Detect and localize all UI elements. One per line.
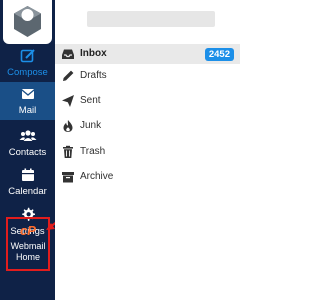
folder-inbox-label: Inbox bbox=[80, 48, 107, 59]
folder-junk-label: Junk bbox=[80, 120, 102, 131]
people-icon bbox=[0, 128, 55, 144]
trash-icon bbox=[61, 145, 75, 159]
folder-sent[interactable]: Sent bbox=[55, 91, 240, 111]
folder-list: Inbox 2452 Drafts Sent Junk Trash Archiv… bbox=[55, 0, 240, 300]
folder-junk[interactable]: Junk bbox=[55, 116, 240, 136]
paper-plane-icon bbox=[61, 94, 75, 108]
folder-trash[interactable]: Trash bbox=[55, 142, 240, 162]
fire-icon bbox=[61, 119, 75, 133]
nav-calendar-label: Calendar bbox=[8, 186, 47, 197]
webmail-home-label-line1: Webmail bbox=[10, 241, 46, 251]
account-email-redacted bbox=[87, 11, 215, 27]
folder-trash-label: Trash bbox=[80, 146, 106, 157]
nav-contacts[interactable]: Contacts bbox=[0, 124, 55, 162]
nav-compose-label: Compose bbox=[7, 67, 48, 78]
unread-count-badge: 2452 bbox=[204, 48, 234, 61]
folder-archive[interactable]: Archive bbox=[55, 167, 240, 187]
nav-compose[interactable]: Compose bbox=[0, 44, 55, 82]
folder-drafts[interactable]: Drafts bbox=[55, 66, 240, 86]
webmail-home-label-line2: Home bbox=[15, 252, 40, 262]
calendar-icon bbox=[0, 167, 55, 183]
nav-calendar[interactable]: Calendar bbox=[0, 163, 55, 201]
left-navigation: Compose Mail Contacts Calendar Settings … bbox=[0, 0, 74, 300]
inbox-icon bbox=[61, 47, 75, 61]
nav-mail-label: Mail bbox=[18, 105, 37, 116]
compose-icon bbox=[0, 48, 55, 64]
nav-mail[interactable]: Mail bbox=[0, 82, 55, 120]
folder-inbox[interactable]: Inbox 2452 bbox=[55, 44, 240, 64]
folder-drafts-label: Drafts bbox=[80, 70, 107, 81]
app-logo bbox=[3, 0, 52, 44]
roundcube-logo-icon bbox=[14, 6, 41, 37]
pencil-icon bbox=[61, 69, 75, 83]
envelope-icon bbox=[0, 86, 55, 102]
nav-contacts-label: Contacts bbox=[8, 147, 47, 158]
folder-sent-label: Sent bbox=[80, 95, 101, 106]
archive-box-icon bbox=[61, 170, 75, 184]
folder-archive-label: Archive bbox=[80, 171, 114, 182]
